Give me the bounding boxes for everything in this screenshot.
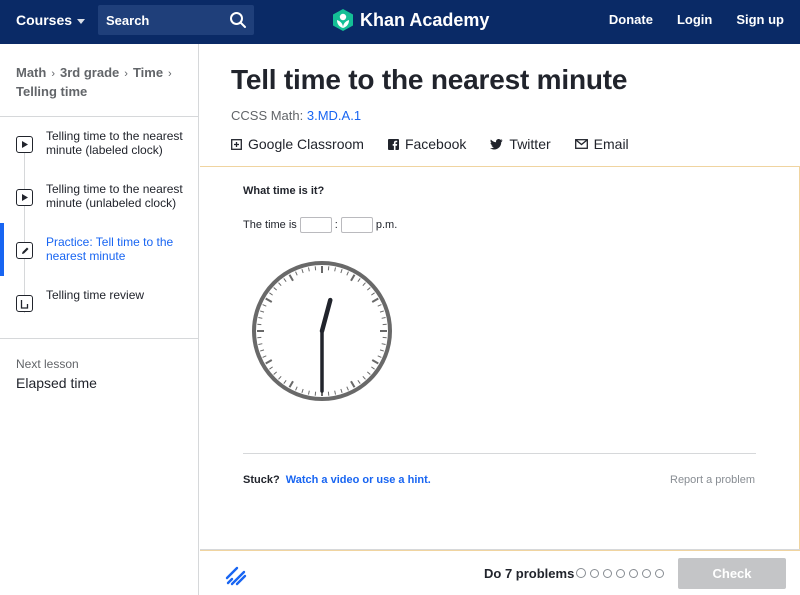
email-label: Email: [593, 136, 629, 152]
search-box[interactable]: [98, 5, 254, 35]
scratchpad-icon[interactable]: [225, 564, 247, 586]
signup-link[interactable]: Sign up: [736, 12, 784, 27]
login-link[interactable]: Login: [677, 12, 712, 27]
nav-actions: Donate Login Sign up: [609, 12, 784, 27]
courses-label: Courses: [16, 12, 73, 28]
progress-dot: [655, 569, 664, 578]
exercise-footer: Do 7 problems Check: [200, 549, 800, 595]
donate-link[interactable]: Donate: [609, 12, 653, 27]
lesson-label: Telling time to the nearest minute (unlab…: [46, 182, 183, 210]
ccss-code-link[interactable]: 3.MD.A.1: [307, 108, 361, 123]
minute-input[interactable]: [340, 217, 373, 233]
progress-dot: [576, 568, 586, 578]
twitter-label: Twitter: [509, 136, 551, 152]
email-button[interactable]: Email: [574, 136, 629, 152]
email-icon: [574, 139, 588, 149]
khan-academy-logo[interactable]: Khan Academy: [332, 8, 489, 32]
exercise-divider: [243, 453, 756, 454]
article-icon: [16, 295, 33, 312]
breadcrumb-telling-time[interactable]: Telling time: [16, 84, 87, 99]
ccss-prefix: CCSS Math:: [231, 108, 304, 123]
lesson-item-practice[interactable]: Practice: Tell time to the nearest minute: [0, 223, 198, 276]
twitter-icon: [490, 138, 503, 149]
ccss-standard: CCSS Math: 3.MD.A.1: [231, 108, 361, 123]
play-icon: [16, 136, 33, 153]
breadcrumb-math[interactable]: Math: [16, 65, 46, 80]
share-bar: Google Classroom Facebook Twitter Email: [231, 136, 629, 152]
search-icon[interactable]: [229, 11, 247, 29]
time-colon: :: [334, 219, 338, 231]
breadcrumb-3rd-grade[interactable]: 3rd grade: [60, 65, 119, 80]
time-suffix: p.m.: [375, 219, 398, 231]
next-lesson-title[interactable]: Elapsed time: [16, 375, 182, 391]
time-prefix: The time is: [243, 219, 297, 231]
google-classroom-label: Google Classroom: [248, 136, 364, 152]
brand-name: Khan Academy: [360, 9, 490, 30]
breadcrumb-chevron-icon: ›: [51, 68, 56, 80]
twitter-button[interactable]: Twitter: [490, 136, 551, 152]
breadcrumb: Math › 3rd grade › Time › Telling time: [0, 44, 198, 117]
check-button[interactable]: Check: [678, 558, 786, 589]
lesson-item-labeled-clock[interactable]: Telling time to the nearest minute (label…: [0, 117, 198, 170]
progress-dot: [629, 569, 638, 578]
google-classroom-button[interactable]: Google Classroom: [231, 136, 364, 152]
facebook-button[interactable]: Facebook: [387, 136, 467, 152]
progress-dots: [576, 568, 664, 578]
lesson-item-unlabeled-clock[interactable]: Telling time to the nearest minute (unlab…: [0, 170, 198, 223]
hint-link[interactable]: Watch a video or use a hint.: [286, 474, 431, 486]
top-nav: Courses Khan Academy Donate Login Sign u…: [0, 0, 800, 44]
lesson-label: Practice: Tell time to the nearest minute: [46, 235, 174, 263]
lesson-label: Telling time to the nearest minute (label…: [46, 129, 183, 157]
do-problems-label: Do 7 problems: [484, 566, 575, 581]
breadcrumb-chevron-icon: ›: [124, 68, 128, 80]
play-icon: [16, 189, 33, 206]
answer-row: The time is : p.m.: [243, 217, 397, 233]
chevron-down-icon: [77, 18, 86, 24]
lesson-label: Telling time review: [46, 288, 145, 302]
progress-dot: [642, 569, 651, 578]
analog-clock: [252, 261, 392, 401]
lesson-list: Telling time to the nearest minute (label…: [0, 117, 198, 329]
main-content: Tell time to the nearest minute CCSS Mat…: [200, 44, 800, 595]
search-input[interactable]: [106, 12, 221, 28]
facebook-icon: [387, 138, 399, 150]
page-title: Tell time to the nearest minute: [231, 64, 628, 95]
progress-dot: [603, 569, 612, 578]
sidebar: Math › 3rd grade › Time › Telling time Tellin…: [0, 44, 199, 595]
progress-dot: [590, 569, 599, 578]
progress-dot: [616, 569, 625, 578]
khan-leaf-icon: [333, 9, 353, 31]
breadcrumb-chevron-icon: ›: [168, 68, 172, 80]
exercise-panel: What time is it? The time is : p.m. Stuc…: [200, 166, 800, 551]
hour-input[interactable]: [299, 217, 332, 233]
google-classroom-icon: [231, 138, 242, 150]
question-prompt: What time is it?: [243, 185, 325, 197]
facebook-label: Facebook: [404, 136, 467, 152]
report-problem-link[interactable]: Report a problem: [670, 474, 755, 486]
courses-menu-button[interactable]: Courses: [16, 12, 86, 28]
stuck-label: Stuck?: [243, 474, 280, 486]
stuck-row: Stuck? Watch a video or use a hint.: [243, 474, 431, 486]
lesson-item-review[interactable]: Telling time review: [0, 276, 198, 329]
next-lesson-label: Next lesson: [16, 357, 79, 371]
next-lesson-section[interactable]: Next lesson Elapsed time: [0, 338, 198, 409]
breadcrumb-time[interactable]: Time: [133, 65, 163, 80]
pencil-icon: [16, 242, 33, 259]
